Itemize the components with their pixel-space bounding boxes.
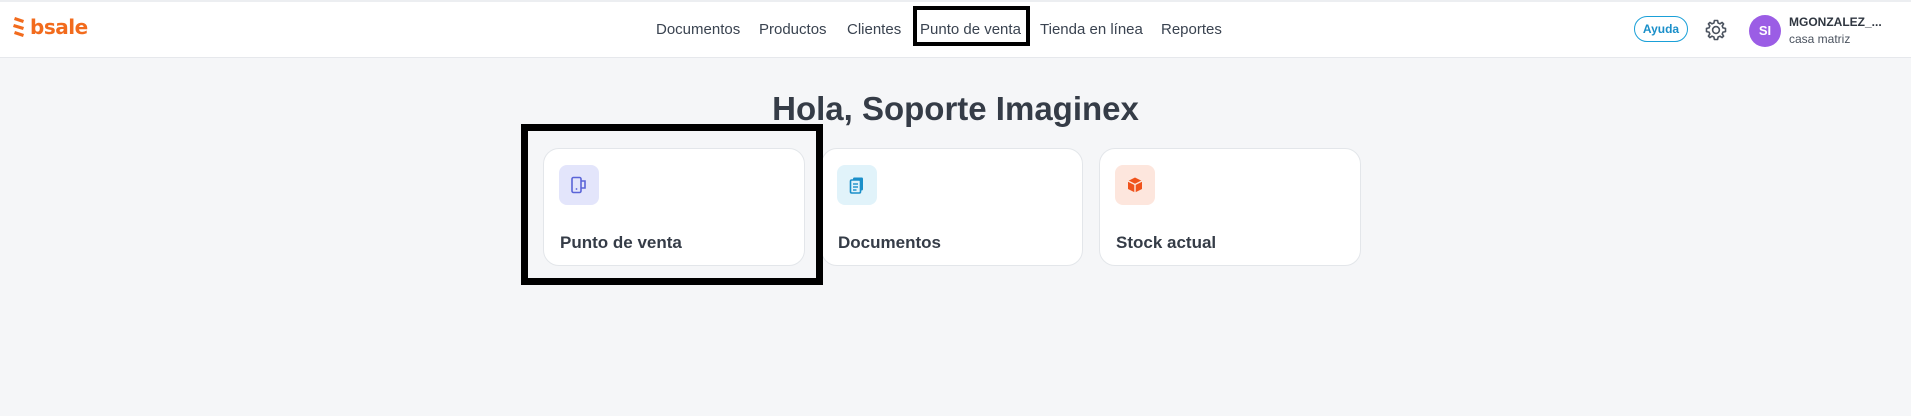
card-icon-bg (837, 165, 877, 205)
nav-documentos[interactable]: Documentos (656, 20, 740, 40)
gear-icon[interactable] (1704, 18, 1728, 42)
user-avatar[interactable]: SI (1749, 15, 1781, 47)
card-stock-actual[interactable]: Stock actual (1099, 148, 1361, 266)
card-label: Stock actual (1116, 233, 1217, 252)
user-branch: casa matriz (1789, 32, 1851, 46)
bsale-logo-icon (13, 17, 24, 37)
page-greeting: Hola, Soporte Imaginex (772, 90, 1139, 127)
user-name[interactable]: MGONZALEZ_... (1789, 15, 1882, 29)
help-button[interactable]: Ayuda (1634, 16, 1688, 42)
app-page: bsale Documentos Productos Clientes Punt… (0, 0, 1911, 416)
card-icon-bg (559, 165, 599, 205)
box-icon (1127, 177, 1143, 193)
nav-punto-de-venta[interactable]: Punto de venta (920, 20, 1021, 40)
brand-logo[interactable]: bsale (12, 16, 88, 38)
nav-reportes[interactable]: Reportes (1161, 20, 1222, 40)
nav-tienda-en-linea[interactable]: Tienda en línea (1040, 20, 1143, 40)
nav-productos[interactable]: Productos (759, 20, 827, 40)
card-punto-de-venta[interactable]: Punto de venta (543, 148, 805, 266)
card-label: Punto de venta (560, 233, 682, 252)
card-label: Documentos (838, 233, 941, 252)
nav-clientes[interactable]: Clientes (847, 20, 901, 40)
brand-name: bsale (30, 15, 88, 39)
top-header: bsale Documentos Productos Clientes Punt… (0, 2, 1911, 58)
card-icon-bg (1115, 165, 1155, 205)
document-icon (849, 177, 863, 194)
card-documentos[interactable]: Documentos (821, 148, 1083, 266)
pos-terminal-icon (571, 176, 586, 194)
